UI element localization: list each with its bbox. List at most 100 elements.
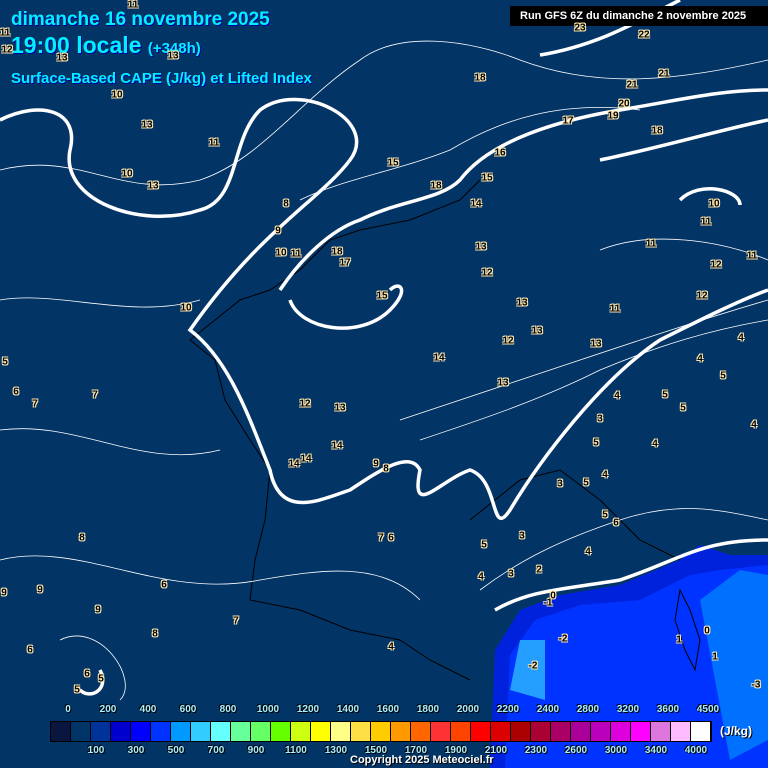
contour-label: 13 <box>334 402 346 414</box>
contour-label: 4 <box>388 641 394 653</box>
legend-swatch <box>511 722 531 741</box>
contour-label: 0 <box>704 625 710 637</box>
contour-label: 22 <box>638 29 650 41</box>
contour-label: 4 <box>614 390 620 402</box>
contour-label: 10 <box>180 302 192 314</box>
legend-swatch <box>491 722 511 741</box>
legend-swatch <box>531 722 551 741</box>
parameter-title: Surface-Based CAPE (J/kg) et Lifted Inde… <box>11 70 312 87</box>
legend-unit: (J/kg) <box>720 724 753 738</box>
legend-tick: 3400 <box>644 745 668 756</box>
contour-label: 9 <box>37 584 43 596</box>
contour-label: 23 <box>574 22 586 34</box>
legend-swatch <box>411 722 431 741</box>
contour-label: 11 <box>609 303 621 315</box>
contour-label: 14 <box>288 458 300 470</box>
contour-label: 6 <box>613 517 619 529</box>
contour-label: 3 <box>597 413 603 425</box>
contour-label: 14 <box>470 198 482 210</box>
contour-label: 20 <box>618 98 630 110</box>
contour-label: 5 <box>602 509 608 521</box>
legend-swatch <box>111 722 131 741</box>
contour-label: 15 <box>376 290 388 302</box>
contour-label: 8 <box>79 532 85 544</box>
contour-label: 18 <box>430 180 442 192</box>
legend-swatch <box>671 722 691 741</box>
contour-label: 4 <box>652 438 658 450</box>
legend-swatch <box>131 722 151 741</box>
contour-label: 10 <box>121 168 133 180</box>
contour-label: 13 <box>147 180 159 192</box>
contour-label: 12 <box>1 44 13 56</box>
contour-label: 13 <box>531 325 543 337</box>
contour-label: 5 <box>481 539 487 551</box>
local-time: 19:00 locale <box>11 32 142 58</box>
color-scale-legend <box>50 721 712 742</box>
legend-swatch <box>651 722 671 741</box>
legend-swatch <box>251 722 271 741</box>
contour-label: 1 <box>676 634 682 646</box>
contour-label: 12 <box>696 290 708 302</box>
forecast-date: dimanche 16 novembre 2025 <box>11 9 270 30</box>
contour-label: 4 <box>585 546 591 558</box>
contour-label: 8 <box>283 198 289 210</box>
contour-label: 6 <box>27 644 33 656</box>
contour-label: 4 <box>751 419 757 431</box>
legend-tick: 1800 <box>416 704 440 715</box>
contour-label: 14 <box>300 453 312 465</box>
contour-label: 8 <box>152 628 158 640</box>
legend-tick: 1000 <box>256 704 280 715</box>
contour-label: 7 <box>32 398 38 410</box>
contour-label: 21 <box>658 68 670 80</box>
legend-tick: 300 <box>127 745 145 756</box>
contour-label: 10 <box>275 247 287 259</box>
legend-tick: 3000 <box>604 745 628 756</box>
legend-swatch <box>211 722 231 741</box>
contour-label: 16 <box>494 147 506 159</box>
contour-label: 11 <box>127 0 139 11</box>
legend-swatch <box>691 722 711 741</box>
contour-label: 9 <box>95 604 101 616</box>
contour-label: 18 <box>651 125 663 137</box>
legend-tick: 400 <box>139 704 157 715</box>
contour-label: 11 <box>290 248 302 260</box>
legend-swatch <box>471 722 491 741</box>
legend-tick: 4500 <box>696 704 720 715</box>
contour-label: -2 <box>528 660 538 672</box>
contour-label: 5 <box>680 402 686 414</box>
contour-label: 3 <box>508 568 514 580</box>
legend-tick: 2600 <box>564 745 588 756</box>
contour-label: 5 <box>583 477 589 489</box>
contour-label: 11 <box>746 250 758 262</box>
legend-swatch <box>91 722 111 741</box>
contour-label: 1 <box>712 651 718 663</box>
contour-label: 7 <box>378 532 384 544</box>
contour-label: 11 <box>700 216 712 228</box>
contour-label: 13 <box>516 297 528 309</box>
contour-label: 21 <box>626 79 638 91</box>
contour-label: 4 <box>738 332 744 344</box>
legend-tick: 1400 <box>336 704 360 715</box>
legend-tick: 800 <box>219 704 237 715</box>
legend-swatch <box>271 722 291 741</box>
contour-label: 12 <box>481 267 493 279</box>
contour-label: 8 <box>383 463 389 475</box>
contour-label: 4 <box>602 469 608 481</box>
legend-tick: 0 <box>65 704 71 715</box>
contour-label: 3 <box>557 478 563 490</box>
contour-label: 14 <box>433 352 445 364</box>
contour-label: 10 <box>708 198 720 210</box>
legend-tick: 100 <box>87 745 105 756</box>
contour-label: 9 <box>373 458 379 470</box>
contour-label: 18 <box>331 246 343 258</box>
legend-tick: 900 <box>247 745 265 756</box>
contour-label: 10 <box>111 89 123 101</box>
contour-label: 19 <box>607 110 619 122</box>
legend-swatch <box>451 722 471 741</box>
legend-swatch <box>571 722 591 741</box>
contour-label: 17 <box>339 257 351 269</box>
legend-swatch <box>151 722 171 741</box>
legend-tick: 3200 <box>616 704 640 715</box>
contour-label: 4 <box>478 571 484 583</box>
contour-label: -2 <box>558 633 568 645</box>
